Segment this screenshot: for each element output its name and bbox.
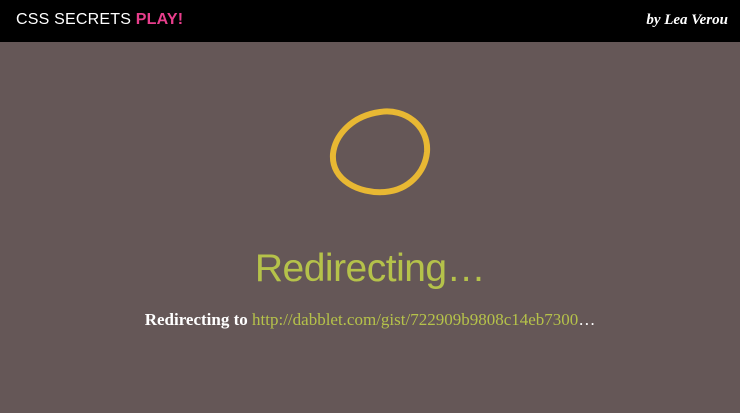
redirect-ellipsis: … xyxy=(578,310,596,329)
brand-text: CSS SECRETS xyxy=(16,11,132,28)
redirect-label: Redirecting to xyxy=(144,310,248,329)
page-title: Redirecting… xyxy=(254,247,486,290)
loading-ring-path xyxy=(329,108,431,196)
loading-ring-icon xyxy=(329,108,431,196)
site-logo[interactable]: CSS SECRETS PLAY! xyxy=(16,11,183,29)
author-link[interactable]: by Lea Verou xyxy=(646,12,728,29)
redirect-url-link[interactable]: http://dabblet.com/gist/722909b9808c14eb… xyxy=(252,310,578,329)
top-bar: CSS SECRETS PLAY! by Lea Verou xyxy=(0,0,740,42)
redirect-message: Redirecting to http://dabblet.com/gist/7… xyxy=(0,310,740,330)
brand-accent: PLAY! xyxy=(135,11,184,28)
